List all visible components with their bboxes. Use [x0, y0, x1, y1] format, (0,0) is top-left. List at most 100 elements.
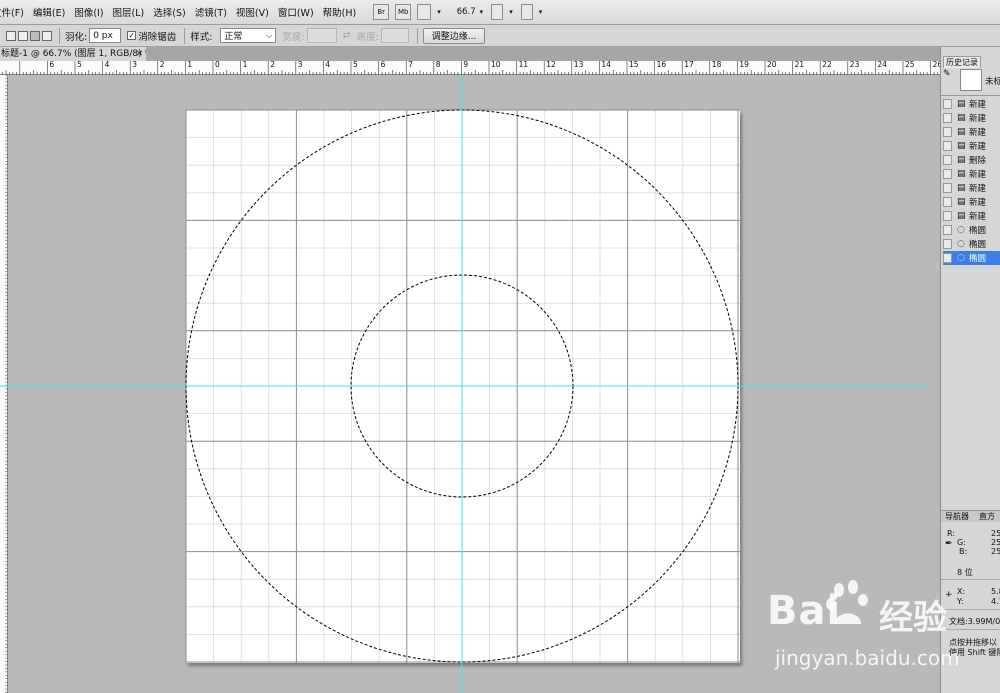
baidu-watermark: Bai 经验 jingyan.baidu.com [755, 580, 1000, 690]
history-item-label: 新建 [969, 128, 987, 138]
menu-item-7[interactable]: 窗口(W) [278, 5, 314, 19]
ruler-number: 10 [491, 60, 501, 69]
menu-item-0[interactable]: 文件(F) [0, 5, 24, 19]
ruler-number: 11 [518, 60, 529, 69]
menu-item-3[interactable]: 图层(L) [113, 5, 145, 19]
history-item[interactable]: ◌ 椭圆 [943, 237, 1000, 251]
history-item[interactable]: ▤ 新建 [943, 139, 1000, 153]
caret-icon[interactable]: ▾ [437, 8, 441, 16]
new-selection-icon[interactable] [6, 30, 16, 41]
subtract-selection-icon[interactable] [30, 30, 40, 41]
menu-item-2[interactable]: 图像(I) [74, 5, 103, 19]
menu-item-6[interactable]: 视图(V) [236, 5, 269, 19]
visibility-box[interactable] [943, 183, 952, 193]
ruler-number: 22 [822, 60, 832, 69]
style-label: 样式: [190, 31, 213, 43]
visibility-box[interactable] [943, 225, 952, 235]
visibility-box[interactable] [943, 197, 952, 207]
doc-icon: ▤ [957, 196, 966, 207]
ruler-number: 6 [49, 60, 55, 69]
screen-mode-icon[interactable] [417, 4, 432, 20]
history-item[interactable]: ▤ 删除 [943, 153, 1000, 167]
paw-logo-icon [826, 580, 868, 624]
visibility-box[interactable] [943, 127, 952, 137]
zoom-caret-icon[interactable]: ▾ [480, 8, 484, 16]
zoom-level[interactable]: 66.7 [457, 7, 476, 17]
feather-label: 羽化: [65, 31, 88, 43]
visibility-box[interactable] [943, 211, 952, 221]
watermark-url: jingyan.baidu.com [775, 646, 960, 670]
doc-icon: ▤ [957, 182, 966, 193]
bridge-button[interactable]: Br [373, 4, 390, 20]
watermark-suffix: 经验 [879, 598, 947, 638]
menu-item-5[interactable]: 滤镜(T) [195, 5, 227, 19]
history-item[interactable]: ▤ 新建 [943, 181, 1000, 195]
swap-icon[interactable]: ⇄ [343, 30, 351, 41]
doc-icon: ▤ [957, 154, 966, 165]
ruler-number: 12 [546, 60, 556, 69]
antialias-checkbox[interactable]: ✓ [127, 31, 137, 40]
height-input[interactable] [380, 28, 409, 43]
style-select[interactable]: 正常 ⌵ [220, 28, 277, 43]
history-item[interactable]: ▤ 新建 [943, 111, 1000, 125]
document-tab[interactable]: 标题-1 @ 66.7% (图层 1, RGB/8) * ✕ [0, 47, 146, 61]
horizontal-ruler[interactable]: 6 5 4 3 2 1 0 1 2 3 4 5 6 7 8 9 10 11 12 13 14 15 16 17 18 19 20 21… [0, 60, 942, 75]
snapshot-thumbnail[interactable] [960, 69, 982, 91]
tab-histogram[interactable]: 直方 [977, 511, 997, 523]
visibility-box[interactable] [943, 141, 952, 151]
ruler-number: 3 [132, 60, 137, 69]
snapshot-label: 未标 [985, 77, 1000, 87]
doc-icon: ▤ [957, 210, 966, 221]
history-item[interactable]: ▤ 新建 [943, 125, 1000, 139]
history-item[interactable]: ▤ 新建 [943, 97, 1000, 111]
tab-history[interactable]: 历史记录 [943, 56, 981, 68]
add-selection-icon[interactable] [18, 30, 28, 41]
screen-caret-icon[interactable]: ▾ [539, 8, 543, 16]
visibility-box[interactable] [943, 253, 952, 263]
ruler-number: 24 [877, 60, 887, 69]
brush-icon: ✎ [943, 69, 951, 79]
vertical-ruler[interactable] [0, 74, 8, 693]
ruler-number: 14 [601, 60, 611, 69]
visibility-box[interactable] [943, 239, 952, 249]
visibility-box[interactable] [943, 169, 952, 179]
menu-item-1[interactable]: 编辑(E) [33, 5, 65, 19]
arrange-caret-icon[interactable]: ▾ [509, 8, 513, 16]
separator [59, 27, 60, 44]
ruler-number: 7 [408, 60, 413, 69]
ruler-number: 1 [187, 60, 193, 69]
divider [941, 95, 1000, 96]
history-item[interactable]: ▤ 新建 [943, 167, 1000, 181]
minibridge-button[interactable]: Mb [395, 4, 412, 20]
eyedropper-icon: ✒ [945, 539, 953, 549]
screen-icon[interactable] [520, 4, 533, 20]
history-item[interactable]: ◌ 椭圆 [943, 251, 1000, 265]
tab-navigator[interactable]: 导航器 [943, 511, 971, 523]
separator [416, 27, 418, 44]
history-item[interactable]: ◌ 椭圆 [943, 223, 1000, 237]
height-label: 高度: [356, 31, 379, 43]
menu-item-8[interactable]: 帮助(H) [323, 5, 357, 19]
feather-input[interactable]: 0 px [89, 28, 122, 43]
history-item[interactable]: ▤ 新建 [943, 209, 1000, 223]
close-icon[interactable]: ✕ [136, 47, 143, 61]
ruler-number: 17 [684, 60, 694, 69]
history-item-label: 新建 [969, 198, 987, 208]
ruler-number: 25 [905, 60, 915, 69]
arrange-documents-icon[interactable] [491, 4, 504, 20]
ellipse-icon: ◌ [957, 252, 965, 263]
style-select-value: 正常 [224, 32, 243, 42]
menu-item-4[interactable]: 选择(S) [153, 5, 185, 19]
history-item-label: 新建 [969, 184, 987, 194]
visibility-box[interactable] [943, 113, 952, 123]
ellipse-icon: ◌ [957, 224, 965, 235]
history-item-label: 椭圆 [969, 240, 987, 250]
visibility-box[interactable] [943, 155, 952, 165]
width-input[interactable] [306, 28, 337, 43]
refine-edge-button[interactable]: 调整边缘... [422, 27, 486, 44]
intersect-selection-icon[interactable] [42, 30, 52, 41]
history-item[interactable]: ▤ 新建 [943, 195, 1000, 209]
document-canvas[interactable] [186, 110, 740, 663]
visibility-box[interactable] [943, 99, 952, 109]
ruler-number: 2 [159, 60, 165, 69]
